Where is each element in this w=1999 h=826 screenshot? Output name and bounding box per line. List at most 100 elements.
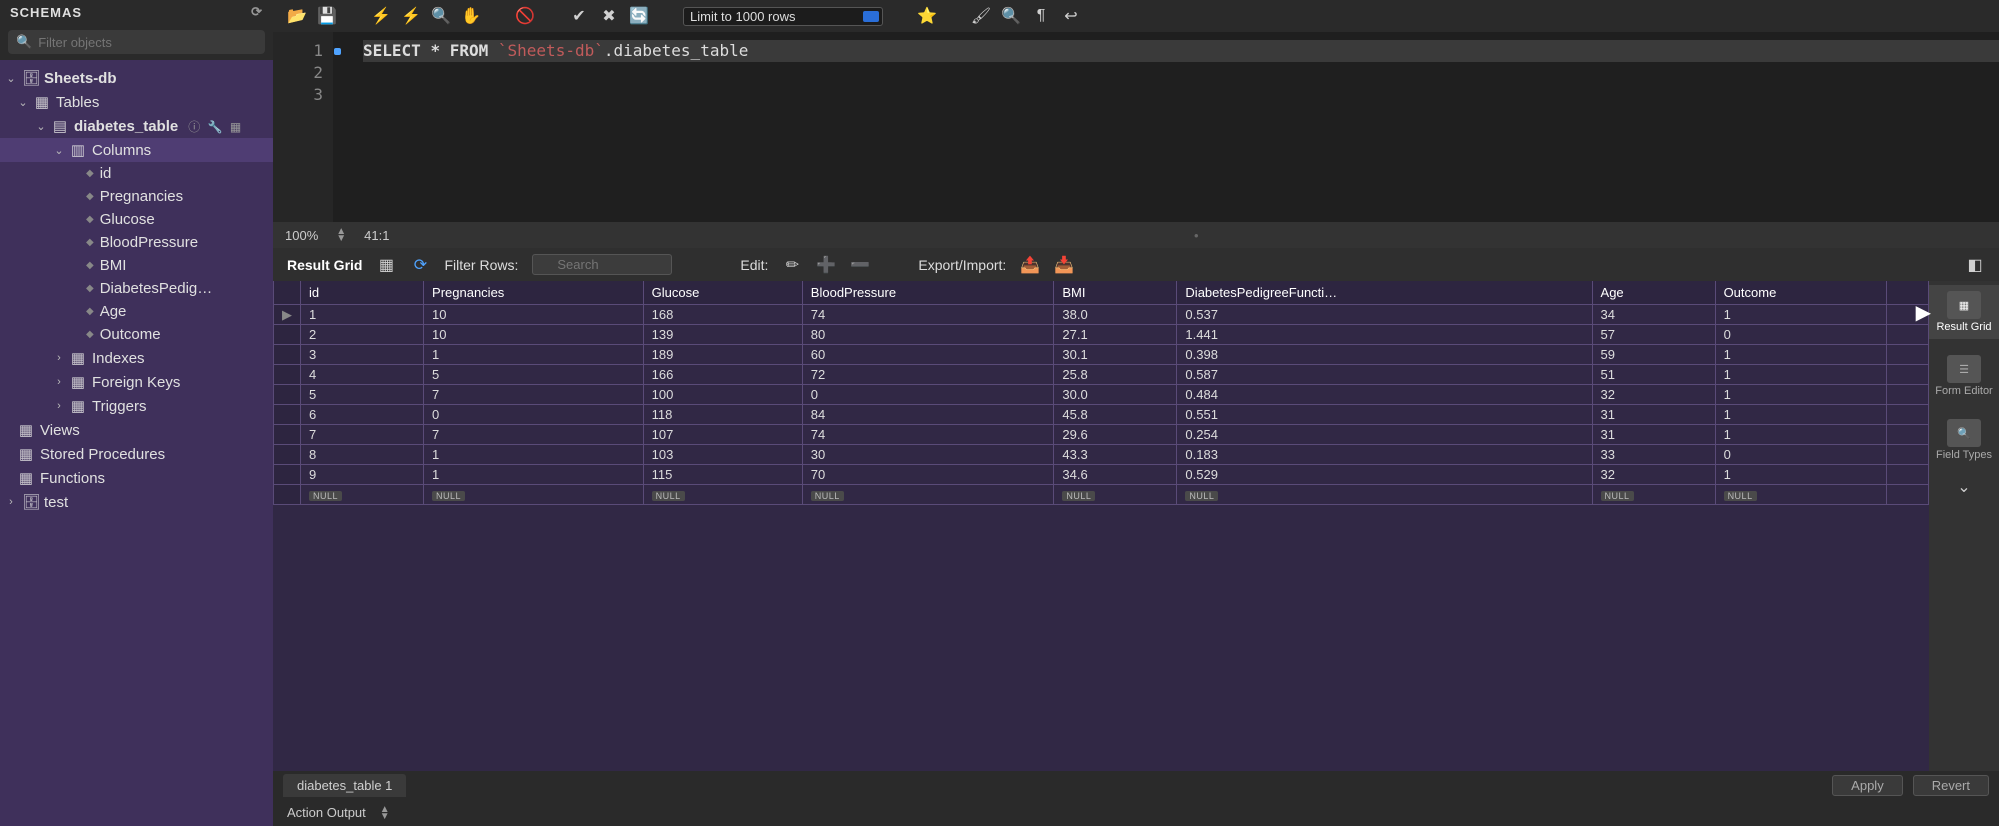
cell[interactable]: 1: [424, 345, 644, 365]
cell-null[interactable]: NULL: [1054, 485, 1177, 505]
cell[interactable]: 5: [424, 365, 644, 385]
tree-db[interactable]: ⌄ 🗄 Sheets-db: [0, 66, 273, 90]
cell[interactable]: 34.6: [1054, 465, 1177, 485]
panel-toggle-icon[interactable]: ◧: [1965, 255, 1985, 275]
cell[interactable]: 0.398: [1177, 345, 1592, 365]
chevron-down-icon[interactable]: ⌄: [36, 120, 46, 133]
tree-table[interactable]: ⌄ ▤ diabetes_table ⓘ 🔧 ▦: [0, 114, 273, 138]
cell[interactable]: 0.587: [1177, 365, 1592, 385]
chevron-right-icon[interactable]: ›: [54, 376, 64, 388]
tree-column[interactable]: ◆Age: [0, 300, 273, 323]
cell[interactable]: 1.441: [1177, 325, 1592, 345]
tree-column[interactable]: ◆Glucose: [0, 208, 273, 231]
cell[interactable]: 1: [424, 465, 644, 485]
table-row[interactable]: 811033043.30.183330: [274, 445, 1929, 465]
cell-null[interactable]: NULL: [802, 485, 1054, 505]
export-icon[interactable]: 📤: [1020, 255, 1040, 275]
row-handle[interactable]: ▶: [274, 305, 301, 325]
cell[interactable]: 9: [301, 465, 424, 485]
cell-null[interactable]: NULL: [1177, 485, 1592, 505]
editor-code[interactable]: SELECT * FROM `Sheets-db`.diabetes_table: [333, 32, 1999, 222]
zoom-stepper-icon[interactable]: ▲▼: [336, 228, 346, 242]
cell[interactable]: 8: [301, 445, 424, 465]
rail-field-types[interactable]: 🔍 Field Types: [1929, 413, 1999, 467]
action-output-label[interactable]: Action Output: [287, 805, 366, 820]
table-row[interactable]: ▶1101687438.00.537341: [274, 305, 1929, 325]
cell[interactable]: 10: [424, 305, 644, 325]
result-grid[interactable]: idPregnanciesGlucoseBloodPressureBMIDiab…: [273, 281, 1929, 505]
row-handle[interactable]: [274, 325, 301, 345]
cell[interactable]: 0.484: [1177, 385, 1592, 405]
tree-column[interactable]: ◆id: [0, 162, 273, 185]
cell[interactable]: 29.6: [1054, 425, 1177, 445]
explain-icon[interactable]: 🔍: [431, 6, 451, 26]
column-header[interactable]: Age: [1592, 281, 1715, 305]
cell[interactable]: 1: [1715, 465, 1887, 485]
cell[interactable]: 1: [1715, 405, 1887, 425]
cell-null[interactable]: NULL: [301, 485, 424, 505]
grid-view-icon[interactable]: ▦: [376, 255, 396, 275]
cell[interactable]: 60: [802, 345, 1054, 365]
no-limit-icon[interactable]: 🚫: [515, 6, 535, 26]
cell[interactable]: 74: [802, 305, 1054, 325]
favorite-icon[interactable]: ⭐: [917, 6, 937, 26]
row-handle[interactable]: [274, 465, 301, 485]
cell[interactable]: 25.8: [1054, 365, 1177, 385]
tree-db2[interactable]: › 🗄 test: [0, 490, 273, 514]
cell-null[interactable]: NULL: [1592, 485, 1715, 505]
cell[interactable]: 27.1: [1054, 325, 1177, 345]
sql-editor[interactable]: 123 SELECT * FROM `Sheets-db`.diabetes_t…: [273, 32, 1999, 222]
cell[interactable]: 0: [802, 385, 1054, 405]
tree-funcs[interactable]: ▦ Functions: [0, 466, 273, 490]
add-row-icon[interactable]: ➕: [816, 255, 836, 275]
cell[interactable]: 103: [643, 445, 802, 465]
cell[interactable]: 34: [1592, 305, 1715, 325]
column-header[interactable]: id: [301, 281, 424, 305]
rail-result-grid[interactable]: ▦ Result Grid: [1929, 285, 1999, 339]
cell[interactable]: 118: [643, 405, 802, 425]
cell[interactable]: 30: [802, 445, 1054, 465]
table-row[interactable]: 771077429.60.254311: [274, 425, 1929, 445]
cell[interactable]: 31: [1592, 425, 1715, 445]
cell[interactable]: 45.8: [1054, 405, 1177, 425]
tree-column[interactable]: ◆BMI: [0, 254, 273, 277]
cell[interactable]: 6: [301, 405, 424, 425]
tree-column[interactable]: ◆Pregnancies: [0, 185, 273, 208]
tree-tables[interactable]: ⌄ ▦ Tables: [0, 90, 273, 114]
cell[interactable]: 1: [301, 305, 424, 325]
cell[interactable]: 2: [301, 325, 424, 345]
grid-scroll[interactable]: idPregnanciesGlucoseBloodPressureBMIDiab…: [273, 281, 1929, 771]
cell[interactable]: 74: [802, 425, 1054, 445]
table-tool-icons[interactable]: ⓘ 🔧 ▦: [188, 118, 243, 135]
cell[interactable]: 1: [1715, 385, 1887, 405]
table-row[interactable]: 451667225.80.587511: [274, 365, 1929, 385]
cell[interactable]: 59: [1592, 345, 1715, 365]
tree-fk[interactable]: › ▦ Foreign Keys: [0, 370, 273, 394]
cell[interactable]: 5: [301, 385, 424, 405]
tree-column[interactable]: ◆DiabetesPedig…: [0, 277, 273, 300]
tree-views[interactable]: ▦ Views: [0, 418, 273, 442]
cell[interactable]: 7: [301, 425, 424, 445]
cell[interactable]: 0: [1715, 445, 1887, 465]
rail-form-editor[interactable]: ☰ Form Editor: [1929, 349, 1999, 403]
table-row[interactable]: 911157034.60.529321: [274, 465, 1929, 485]
cell-null[interactable]: NULL: [643, 485, 802, 505]
cell[interactable]: 1: [424, 445, 644, 465]
cell[interactable]: 1: [1715, 305, 1887, 325]
execute-current-icon[interactable]: ⚡: [401, 6, 421, 26]
tree-column[interactable]: ◆BloodPressure: [0, 231, 273, 254]
cell[interactable]: 80: [802, 325, 1054, 345]
cell[interactable]: 72: [802, 365, 1054, 385]
zoom-icon[interactable]: 🔍: [1001, 6, 1021, 26]
row-handle[interactable]: [274, 405, 301, 425]
row-handle[interactable]: [274, 365, 301, 385]
code-line-2[interactable]: [363, 62, 1999, 84]
row-limit-select[interactable]: Limit to 1000 rows: [683, 7, 883, 26]
column-header[interactable]: DiabetesPedigreeFuncti…: [1177, 281, 1592, 305]
cell[interactable]: 168: [643, 305, 802, 325]
filter-rows-input[interactable]: [532, 254, 672, 275]
chevron-right-icon[interactable]: ›: [54, 352, 64, 364]
refresh-icon[interactable]: ⟳: [251, 4, 263, 20]
autocommit-icon[interactable]: 🔄: [629, 6, 649, 26]
table-row[interactable]: 601188445.80.551311: [274, 405, 1929, 425]
